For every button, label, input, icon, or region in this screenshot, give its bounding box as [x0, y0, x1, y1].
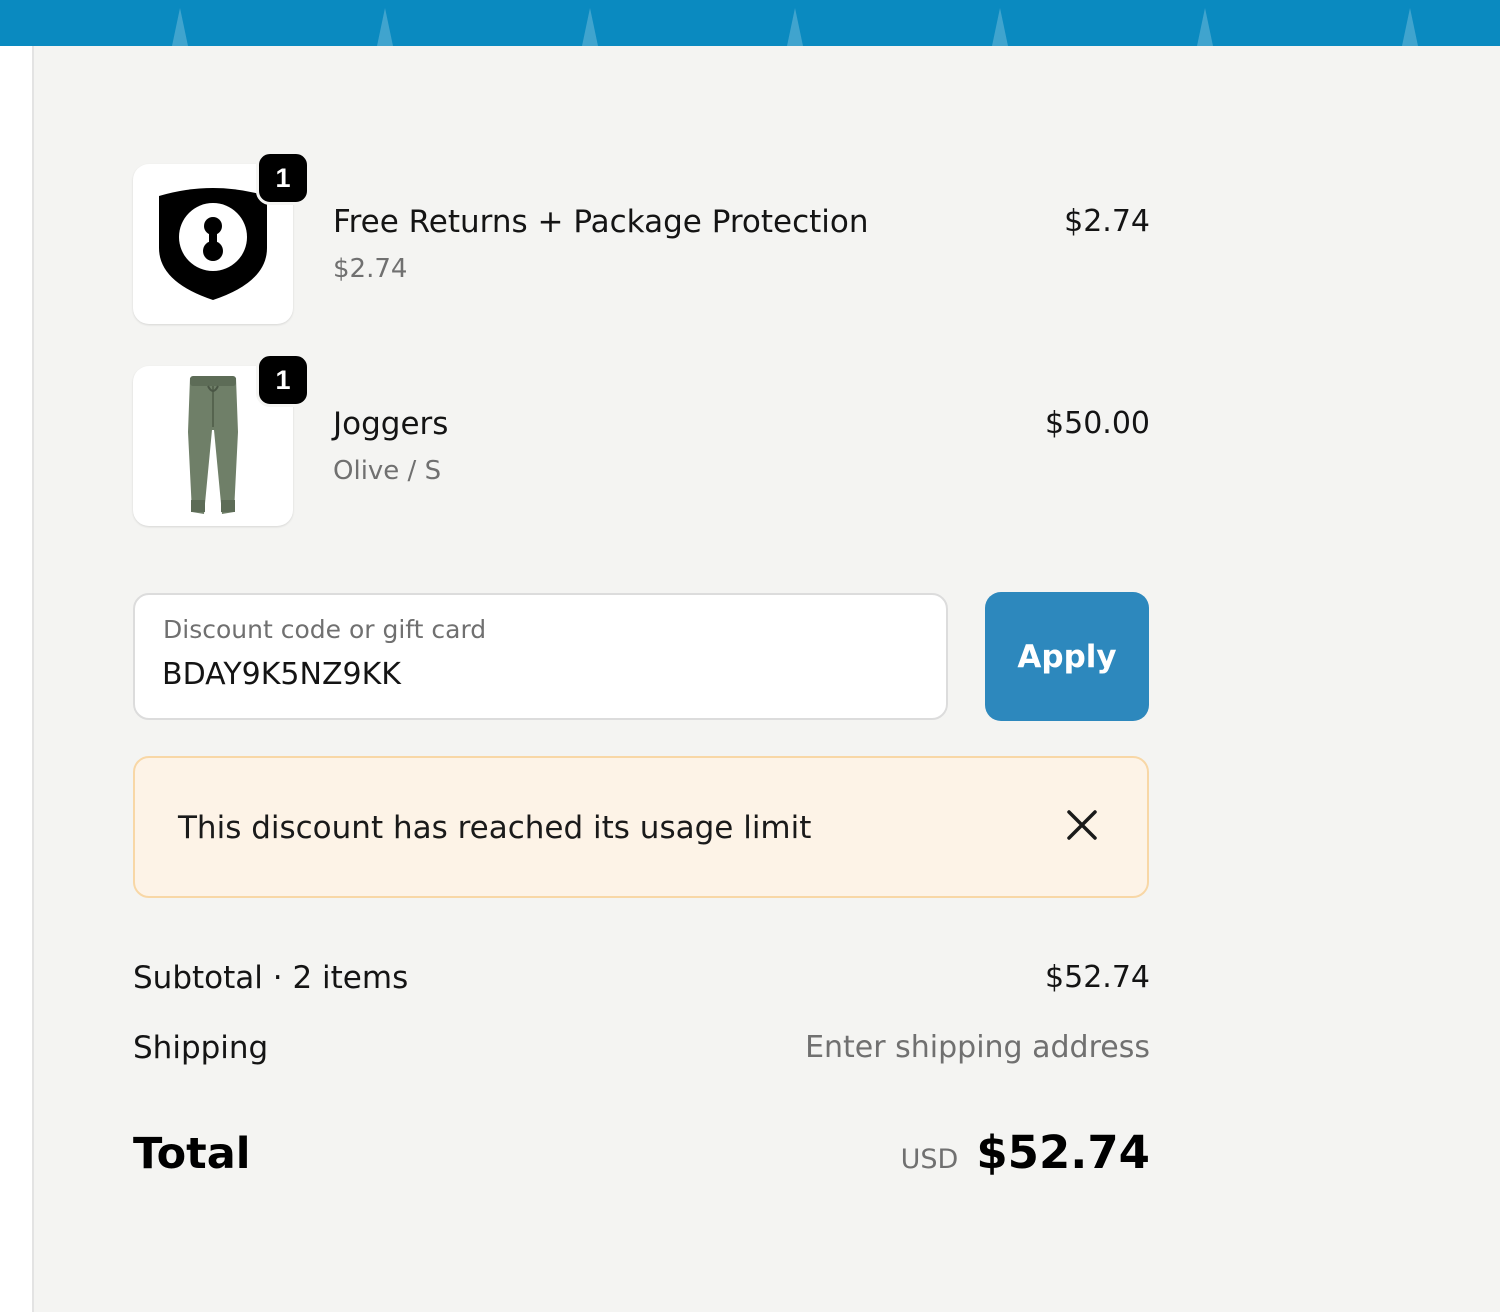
discount-code-field[interactable]: Discount code or gift card [133, 593, 948, 720]
header-pattern-icon [1402, 8, 1418, 46]
header-pattern-icon [172, 8, 188, 46]
discount-field-label: Discount code or gift card [163, 615, 487, 644]
header-pattern-icon [992, 8, 1008, 46]
shipping-label: Shipping [133, 1030, 269, 1066]
line-item: 1 Free Returns + Package Protection $2.7… [133, 151, 1150, 326]
joggers-image [188, 376, 238, 514]
alert-message: This discount has reached its usage limi… [178, 810, 812, 846]
quantity-badge: 1 [256, 151, 310, 205]
currency-code: USD [900, 1144, 959, 1175]
subtotal-value: $52.74 [1045, 960, 1150, 995]
header-pattern-icon [582, 8, 598, 46]
item-price: $2.74 [1064, 204, 1150, 239]
subtotal-label: Subtotal · 2 items [133, 960, 409, 996]
item-name: Joggers [333, 406, 449, 442]
discount-error-alert: This discount has reached its usage limi… [133, 756, 1149, 898]
shipping-value: Enter shipping address [805, 1030, 1150, 1065]
header-pattern-icon [377, 8, 393, 46]
quantity-badge: 1 [256, 353, 310, 407]
checkout-form-panel [0, 46, 34, 1312]
header-pattern-icon [787, 8, 803, 46]
discount-code-input[interactable] [162, 657, 902, 692]
shield-keyhole-icon [159, 188, 267, 300]
close-icon[interactable] [1063, 806, 1101, 844]
total-label: Total [133, 1129, 251, 1179]
total-value: $52.74 [976, 1126, 1150, 1179]
order-summary: 1 Free Returns + Package Protection $2.7… [133, 46, 1150, 1312]
header-bar [0, 0, 1500, 46]
item-price: $50.00 [1045, 406, 1150, 441]
total-amount: USD $52.74 [901, 1126, 1150, 1179]
apply-button[interactable]: Apply [985, 592, 1149, 721]
item-name: Free Returns + Package Protection [333, 204, 869, 240]
item-variant: Olive / S [333, 456, 442, 486]
header-pattern-icon [1197, 8, 1213, 46]
item-subtitle: $2.74 [333, 254, 408, 284]
line-item: 1 Joggers Olive / S $50.00 [133, 353, 1150, 528]
